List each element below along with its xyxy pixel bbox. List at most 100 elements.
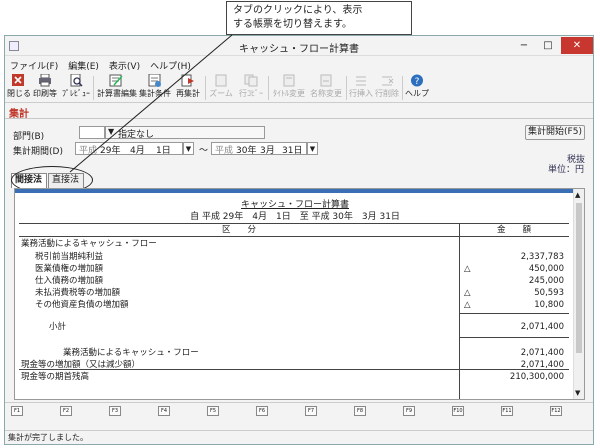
table-header: 区 分 金 額 bbox=[19, 224, 569, 236]
toolbar-rename-button[interactable]: 名称変更 bbox=[309, 74, 343, 102]
row-amount: 2,071,400 bbox=[520, 322, 564, 332]
row-label: 小計 bbox=[49, 322, 67, 332]
column-header-section: 区 分 bbox=[221, 225, 256, 235]
report-area: キャッシュ・フロー計算書 自 平成 29年 4月 1日 至 平成 30年 3月 … bbox=[14, 188, 585, 400]
chevron-down-icon: ▼ bbox=[108, 127, 115, 136]
chevron-down-icon: ▼ bbox=[185, 145, 192, 153]
toolbar-print-button[interactable]: 印刷等 bbox=[31, 74, 59, 102]
toolbar-close-button[interactable]: 閉じる bbox=[7, 74, 31, 102]
row-label: 現金等の期首残高 bbox=[21, 372, 90, 382]
function-key-f10[interactable]: F10 bbox=[452, 406, 464, 416]
row-amount: 2,337,783 bbox=[520, 252, 564, 262]
department-value: 指定なし bbox=[118, 130, 155, 140]
function-key-f6[interactable]: F6 bbox=[256, 406, 268, 416]
table-row[interactable]: 税引前当期純利益 2,337,783 bbox=[19, 251, 569, 263]
vertical-scrollbar[interactable]: ▲ ▼ bbox=[573, 189, 584, 399]
help-icon: ? bbox=[411, 74, 423, 87]
recalc-icon bbox=[181, 74, 194, 87]
toolbar-row-insert-button[interactable]: 行挿入 bbox=[349, 74, 373, 102]
table-header-divider bbox=[19, 236, 569, 237]
period-tilde: 〜 bbox=[199, 146, 209, 156]
table-row[interactable]: 業務活動によるキャッシュ・フロー bbox=[19, 238, 569, 250]
row-label: 業務活動によるキャッシュ・フロー bbox=[21, 239, 157, 249]
maximize-button[interactable]: □ bbox=[537, 37, 559, 54]
department-code-input[interactable] bbox=[79, 126, 105, 139]
row-amount: 450,000 bbox=[528, 264, 564, 274]
department-select[interactable]: ▼ 指定なし bbox=[105, 126, 265, 140]
menu-file[interactable]: ファイル(F) bbox=[5, 57, 63, 74]
scroll-down-icon[interactable]: ▼ bbox=[575, 389, 580, 397]
row-label: 業務活動によるキャッシュ・フロー bbox=[63, 348, 199, 358]
toolbar-edit-statement-button[interactable]: 計算書編集 bbox=[97, 74, 137, 102]
callout-line-1: タブのクリックにより、表示 bbox=[233, 5, 363, 16]
minimize-button[interactable]: − bbox=[513, 37, 535, 54]
title-bar: キャッシュ・フロー計算書 − □ ✕ bbox=[5, 36, 593, 56]
function-key-f11[interactable]: F11 bbox=[501, 406, 513, 416]
table-row[interactable]: 未払消費税等の増加額 △ 50,593 bbox=[19, 287, 569, 299]
close-window-button[interactable]: ✕ bbox=[561, 37, 593, 54]
svg-text:?: ? bbox=[415, 77, 420, 87]
toolbar-conditions-button[interactable]: 集計条件 bbox=[138, 74, 172, 102]
function-key-f8[interactable]: F8 bbox=[354, 406, 366, 416]
toolbar-separator bbox=[205, 76, 206, 100]
toolbar-recalc-button[interactable]: 再集計 bbox=[174, 74, 202, 102]
row-amount: 10,800 bbox=[534, 300, 564, 310]
unit-label: 単位：円 bbox=[548, 165, 585, 175]
row-amount: 2,071,400 bbox=[520, 348, 564, 358]
toolbar-help-button[interactable]: ? ヘルプ bbox=[405, 74, 429, 102]
rename-icon bbox=[320, 74, 332, 87]
function-key-f3[interactable]: F3 bbox=[109, 406, 121, 416]
start-aggregation-button[interactable]: 集計開始(F5) bbox=[525, 125, 585, 140]
row-label: 未払消費税等の増加額 bbox=[35, 288, 121, 298]
row-label: 仕入債務の増加額 bbox=[35, 276, 104, 286]
toolbar-zoom-button[interactable]: ズーム bbox=[208, 74, 234, 102]
app-window: キャッシュ・フロー計算書 − □ ✕ ファイル(F) 編集(E) 表示(V) ヘルプ(… bbox=[4, 35, 594, 445]
toolbar-preview-button[interactable]: ﾌﾟﾚﾋﾞｭｰ bbox=[62, 74, 90, 102]
toolbar-row-copy-button[interactable]: 行ｺﾋﾟｰ bbox=[237, 74, 265, 102]
table-row[interactable]: 医業債権の増加額 △ 450,000 bbox=[19, 263, 569, 275]
row-amount: 50,593 bbox=[534, 288, 564, 298]
preview-icon bbox=[70, 74, 83, 87]
title-change-icon bbox=[283, 74, 295, 87]
period-label: 集計期間(D) bbox=[13, 147, 63, 157]
toolbar-separator bbox=[268, 76, 269, 100]
row-label: 医業債権の増加額 bbox=[35, 264, 104, 274]
status-message: 集計が完了しました。 bbox=[8, 433, 88, 442]
table-row[interactable]: 小計 2,071,400 bbox=[19, 321, 569, 333]
toolbar-separator bbox=[402, 76, 403, 100]
table-row[interactable]: 仕入債務の増加額 245,000 bbox=[19, 275, 569, 287]
toolbar: 閉じる 印刷等 ﾌﾟﾚﾋﾞｭｰ 計算書編集 集計条件 再集計 ズーム 行ｺﾋﾟｰ… bbox=[5, 73, 593, 103]
row-divider bbox=[459, 313, 569, 314]
toolbar-title-change-button[interactable]: ﾀｲﾄﾙ変更 bbox=[271, 74, 307, 102]
negative-marker: △ bbox=[464, 300, 471, 310]
table-row[interactable]: 業務活動によるキャッシュ・フロー 2,071,400 bbox=[19, 347, 569, 359]
toolbar-row-delete-button[interactable]: 行削除 bbox=[375, 74, 399, 102]
scrollbar-thumb[interactable] bbox=[576, 203, 582, 353]
edit-icon bbox=[109, 74, 123, 87]
period-to-input[interactable]: 平成 30年 3月 31日 bbox=[211, 142, 307, 156]
window-title: キャッシュ・フロー計算書 bbox=[239, 44, 359, 55]
period-to-dropdown[interactable]: ▼ bbox=[307, 142, 318, 155]
row-amount: 210,300,000 bbox=[509, 372, 564, 382]
function-key-f12[interactable]: F12 bbox=[550, 406, 562, 416]
report-table: 区 分 金 額 業務活動によるキャッシュ・フロー 税引前当期純利益 2,337,78… bbox=[19, 223, 569, 399]
report-period: 自 平成 29年 4月 1日 至 平成 30年 3月 31日 bbox=[190, 212, 400, 222]
function-key-f4[interactable]: F4 bbox=[158, 406, 170, 416]
menu-view[interactable]: 表示(V) bbox=[104, 57, 145, 74]
row-insert-icon bbox=[356, 76, 366, 86]
menu-edit[interactable]: 編集(E) bbox=[63, 57, 104, 74]
table-row[interactable]: 現金等の期首残高 210,300,000 bbox=[19, 371, 569, 383]
function-key-f5[interactable]: F5 bbox=[207, 406, 219, 416]
row-label: 税引前当期純利益 bbox=[35, 252, 104, 262]
scroll-up-icon[interactable]: ▲ bbox=[575, 191, 580, 199]
period-from-dropdown[interactable]: ▼ bbox=[183, 142, 194, 155]
row-delete-icon bbox=[382, 76, 394, 86]
table-row[interactable]: その他資産負債の増加額 △ 10,800 bbox=[19, 299, 569, 311]
function-key-f2[interactable]: F2 bbox=[60, 406, 72, 416]
period-from-input[interactable]: 平成 29年 4月 1日 bbox=[75, 142, 183, 156]
menu-help[interactable]: ヘルプ(H) bbox=[145, 57, 196, 74]
function-key-f1[interactable]: F1 bbox=[11, 406, 23, 416]
zoom-icon bbox=[215, 74, 227, 87]
function-key-f7[interactable]: F7 bbox=[305, 406, 317, 416]
function-key-f9[interactable]: F9 bbox=[403, 406, 415, 416]
